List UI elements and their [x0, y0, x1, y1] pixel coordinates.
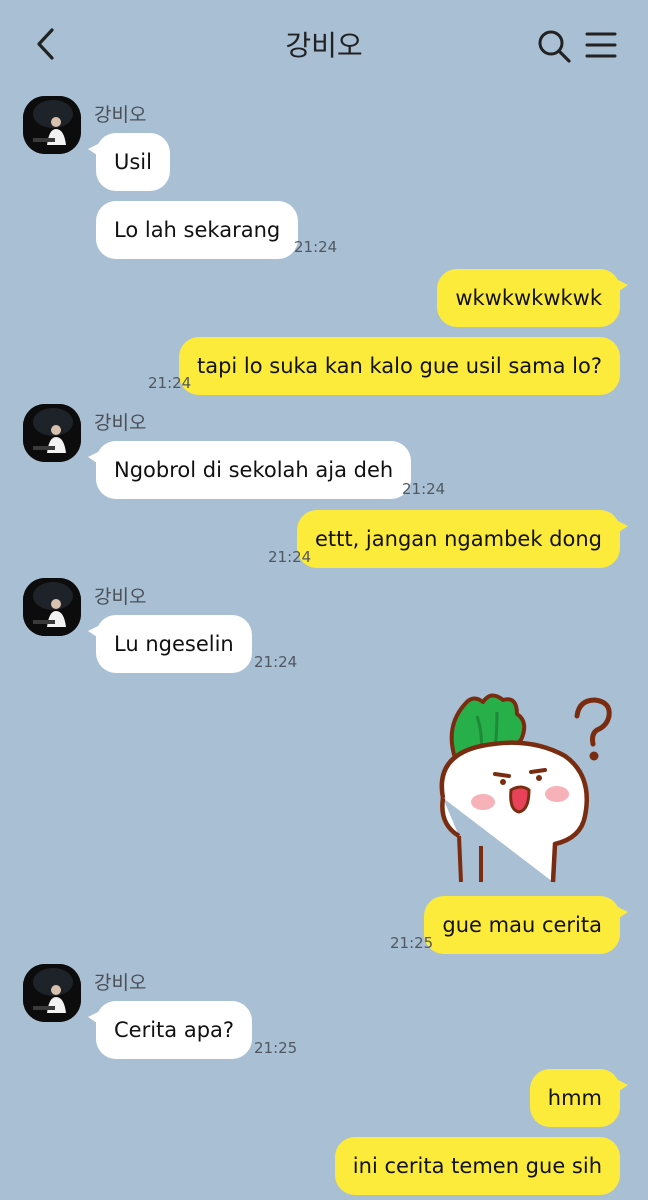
profile-photo	[23, 964, 81, 1022]
chat-header: 강비오	[0, 0, 648, 90]
avatar[interactable]	[23, 404, 81, 462]
message-bubble-incoming[interactable]: Usil	[88, 133, 170, 191]
sender-name: 강비오	[94, 412, 147, 434]
message-bubble-outgoing[interactable]: tapi lo suka kan kalo gue usil sama lo?	[178, 337, 620, 395]
message-time: 21:25	[390, 934, 434, 952]
search-icon	[538, 30, 571, 63]
message-bubble-incoming[interactable]: Cerita apa?	[87, 1001, 253, 1059]
sender-name: 강비오	[94, 586, 147, 608]
profile-photo	[23, 96, 81, 154]
sender-name: 강비오	[94, 972, 147, 994]
avatar[interactable]	[23, 578, 81, 636]
message-bubble-outgoing[interactable]: ini cerita temen gue sih	[334, 1137, 620, 1195]
message-time: 21:24	[268, 548, 312, 566]
message-bubble-outgoing[interactable]: hmm	[529, 1069, 629, 1127]
avatar[interactable]	[23, 964, 81, 1022]
message-time: 21:24	[402, 480, 446, 498]
message-bubble-incoming[interactable]: Lu ngeselin	[88, 615, 252, 673]
message-bubble-outgoing[interactable]: ettt, jangan ngambek dong	[296, 510, 629, 568]
profile-photo	[23, 404, 81, 462]
avatar[interactable]	[23, 96, 81, 154]
radish-question-sticker[interactable]	[425, 686, 625, 886]
profile-photo	[23, 578, 81, 636]
message-bubble-incoming[interactable]: Lo lah sekarang	[96, 201, 299, 259]
radish-character-icon	[439, 693, 612, 883]
message-bubble-incoming[interactable]: Ngobrol di sekolah aja deh	[87, 441, 412, 499]
message-time: 21:24	[148, 374, 192, 392]
message-time: 21:24	[254, 653, 298, 671]
menu-button[interactable]	[584, 30, 618, 60]
message-bubble-outgoing[interactable]: gue mau cerita	[424, 896, 628, 954]
sender-name: 강비오	[94, 104, 147, 126]
menu-icon	[585, 32, 617, 58]
message-time: 21:24	[294, 238, 338, 256]
message-bubble-outgoing[interactable]: wkwkwkwkwk	[437, 269, 628, 327]
search-button[interactable]	[536, 28, 572, 64]
message-time: 21:25	[254, 1039, 298, 1057]
